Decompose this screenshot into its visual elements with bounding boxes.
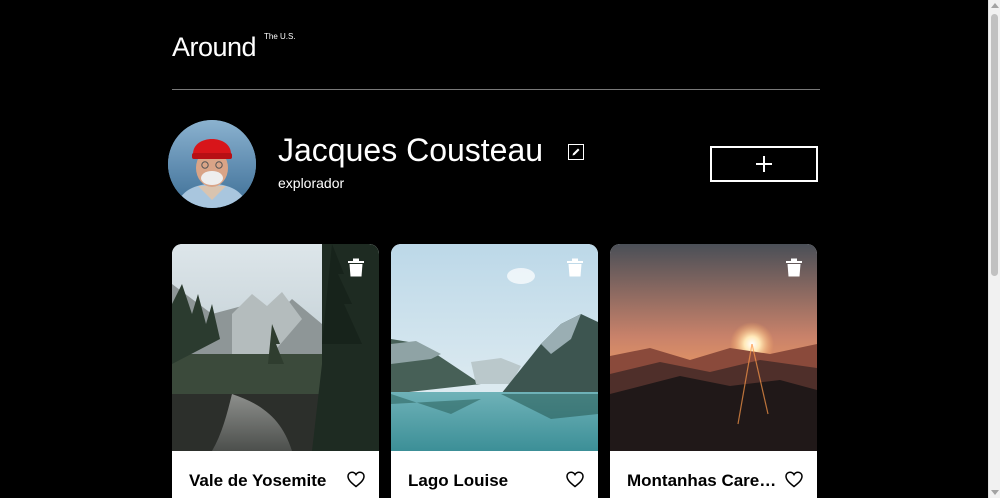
- logo[interactable]: Around: [172, 32, 257, 63]
- pencil-icon: [572, 148, 580, 156]
- place-card: Lago Louise: [391, 244, 598, 498]
- delete-card-button[interactable]: [566, 258, 584, 277]
- heart-icon: [566, 471, 584, 488]
- scroll-up-icon[interactable]: [991, 3, 999, 8]
- vertical-scrollbar[interactable]: [988, 0, 1000, 498]
- like-button[interactable]: [566, 471, 584, 488]
- scrollbar-thumb[interactable]: [991, 14, 998, 276]
- avatar[interactable]: [168, 120, 256, 208]
- scroll-down-icon[interactable]: [991, 490, 999, 495]
- like-button[interactable]: [785, 471, 803, 488]
- place-card: Vale de Yosemite: [172, 244, 379, 498]
- like-button[interactable]: [347, 471, 365, 488]
- plus-icon: [756, 156, 772, 172]
- card-title: Vale de Yosemite: [189, 471, 327, 490]
- delete-card-button[interactable]: [785, 258, 803, 277]
- trash-icon: [567, 258, 583, 277]
- place-card: Montanhas Carecas: [610, 244, 817, 498]
- heart-icon: [347, 471, 365, 488]
- profile-name: Jacques Cousteau: [278, 132, 544, 168]
- trash-icon: [348, 258, 364, 277]
- header: Around The U.S.: [172, 0, 820, 90]
- card-title: Lago Louise: [408, 471, 509, 490]
- profile-section: Jacques Cousteau explorador: [168, 120, 820, 210]
- card-info: Vale de Yosemite: [172, 451, 379, 498]
- app-viewport: Around The U.S. Jacques Cousteau explora…: [0, 0, 1000, 498]
- heart-icon: [785, 471, 803, 488]
- edit-profile-button[interactable]: [568, 144, 584, 160]
- profile-about: explorador: [278, 175, 345, 191]
- delete-card-button[interactable]: [347, 258, 365, 277]
- add-card-button[interactable]: [710, 146, 818, 182]
- trash-icon: [786, 258, 802, 277]
- card-info: Lago Louise: [391, 451, 598, 498]
- logo-superscript: The U.S.: [264, 32, 296, 41]
- page: Around The U.S. Jacques Cousteau explora…: [168, 0, 820, 498]
- avatar-portrait: [168, 120, 256, 208]
- card-info: Montanhas Carecas: [610, 451, 817, 498]
- card-title: Montanhas Carecas: [627, 471, 777, 490]
